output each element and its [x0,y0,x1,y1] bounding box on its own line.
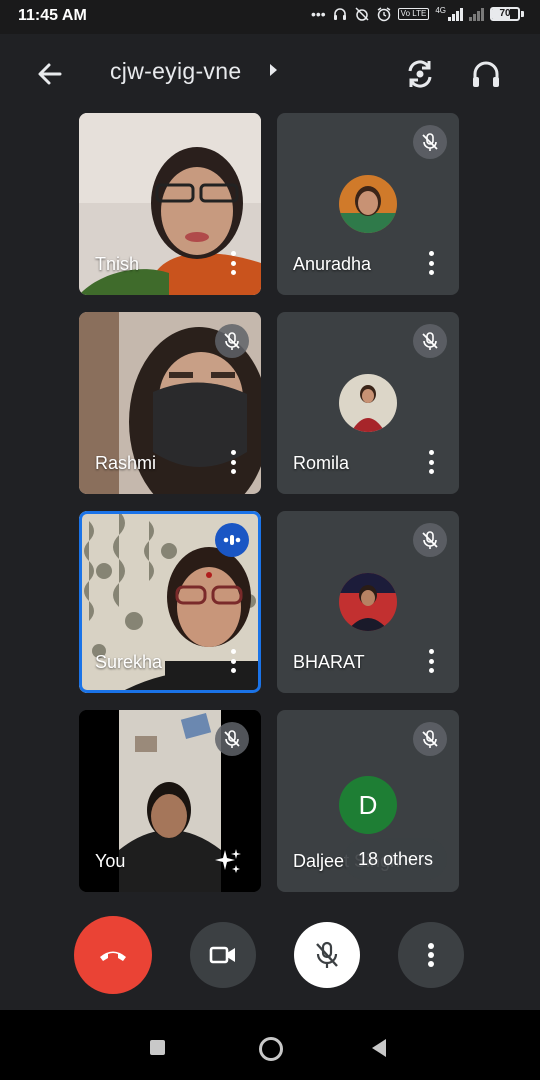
alarm-off-icon [355,7,369,21]
camera-toggle-button[interactable] [190,922,256,988]
participant-tile-surekha[interactable]: Surekha [79,511,261,693]
mic-off-icon [316,941,338,968]
meeting-header: cjw-eyig-vne [0,34,540,110]
participant-tile-anuradha[interactable]: Anuradha [277,113,459,295]
signal-4g-icon: 4G [435,7,463,21]
volte-icon: Vo LTE [397,8,430,20]
more-vert-icon[interactable] [229,649,237,673]
alarm-icon [377,7,391,22]
participant-tile-rashmi[interactable]: Rashmi [79,312,261,494]
more-vert-icon[interactable] [427,450,435,474]
meeting-code[interactable]: cjw-eyig-vne [110,58,241,85]
recents-square-icon[interactable] [150,1040,165,1055]
more-vert-icon[interactable] [229,251,237,275]
participant-tile-bharat[interactable]: BHARAT [277,511,459,693]
mic-toggle-button[interactable] [294,922,360,988]
back-arrow-icon[interactable] [30,54,70,94]
more-vert-icon[interactable] [229,450,237,474]
avatar-initial: D [339,776,397,834]
avatar [339,175,397,233]
more-options-button[interactable] [398,922,464,988]
back-triangle-icon[interactable] [372,1039,386,1057]
headset-icon [333,8,346,20]
participant-name: You [95,851,126,871]
more-vert-icon[interactable] [427,251,435,275]
participant-name: Rashmi [95,453,157,473]
end-call-button[interactable] [74,916,152,994]
status-time: 11:45 AM [18,7,87,24]
participant-name: BHARAT [293,652,365,672]
more-vert-icon[interactable] [427,649,435,673]
participant-tile-daljeet[interactable]: D Daljeet Singh 18 others [277,710,459,892]
mic-off-icon [413,523,447,557]
status-bar: 11:45 AM ••• Vo LTE 4G 70 [0,0,540,34]
camera-icon [209,946,235,964]
mic-off-icon [215,324,249,358]
others-count-pill[interactable]: 18 others [343,838,447,880]
battery-icon: 70 [490,7,524,21]
mic-off-icon [413,324,447,358]
caret-right-icon[interactable] [270,64,277,76]
speaking-indicator-icon [215,523,249,557]
audio-output-icon[interactable] [466,54,506,94]
signal-icon [469,7,484,21]
network-label: 4G [435,6,446,15]
participant-tile-you[interactable]: You [79,710,261,892]
participant-name: Anuradha [293,254,372,274]
avatar [339,374,397,432]
mic-off-icon [215,722,249,756]
avatar [339,573,397,631]
mic-off-icon [413,722,447,756]
participant-name: Surekha [95,652,163,672]
effects-sparkle-icon[interactable] [213,846,243,876]
flip-camera-icon[interactable] [400,54,440,94]
more-dots-icon: ••• [310,6,326,22]
end-call-icon [100,951,126,961]
more-vert-icon [428,943,434,967]
battery-level: 70 [499,8,511,19]
participant-name: Romila [293,453,350,473]
participant-tile-tnish[interactable]: Tnish [79,113,261,295]
mic-off-icon [413,125,447,159]
participant-tile-romila[interactable]: Romila [277,312,459,494]
call-controls [0,910,540,1000]
home-circle-icon[interactable] [259,1037,283,1061]
status-icons: ••• Vo LTE 4G 70 [311,6,524,22]
participant-name: Tnish [95,254,140,274]
system-navigation-bar [0,1010,540,1080]
